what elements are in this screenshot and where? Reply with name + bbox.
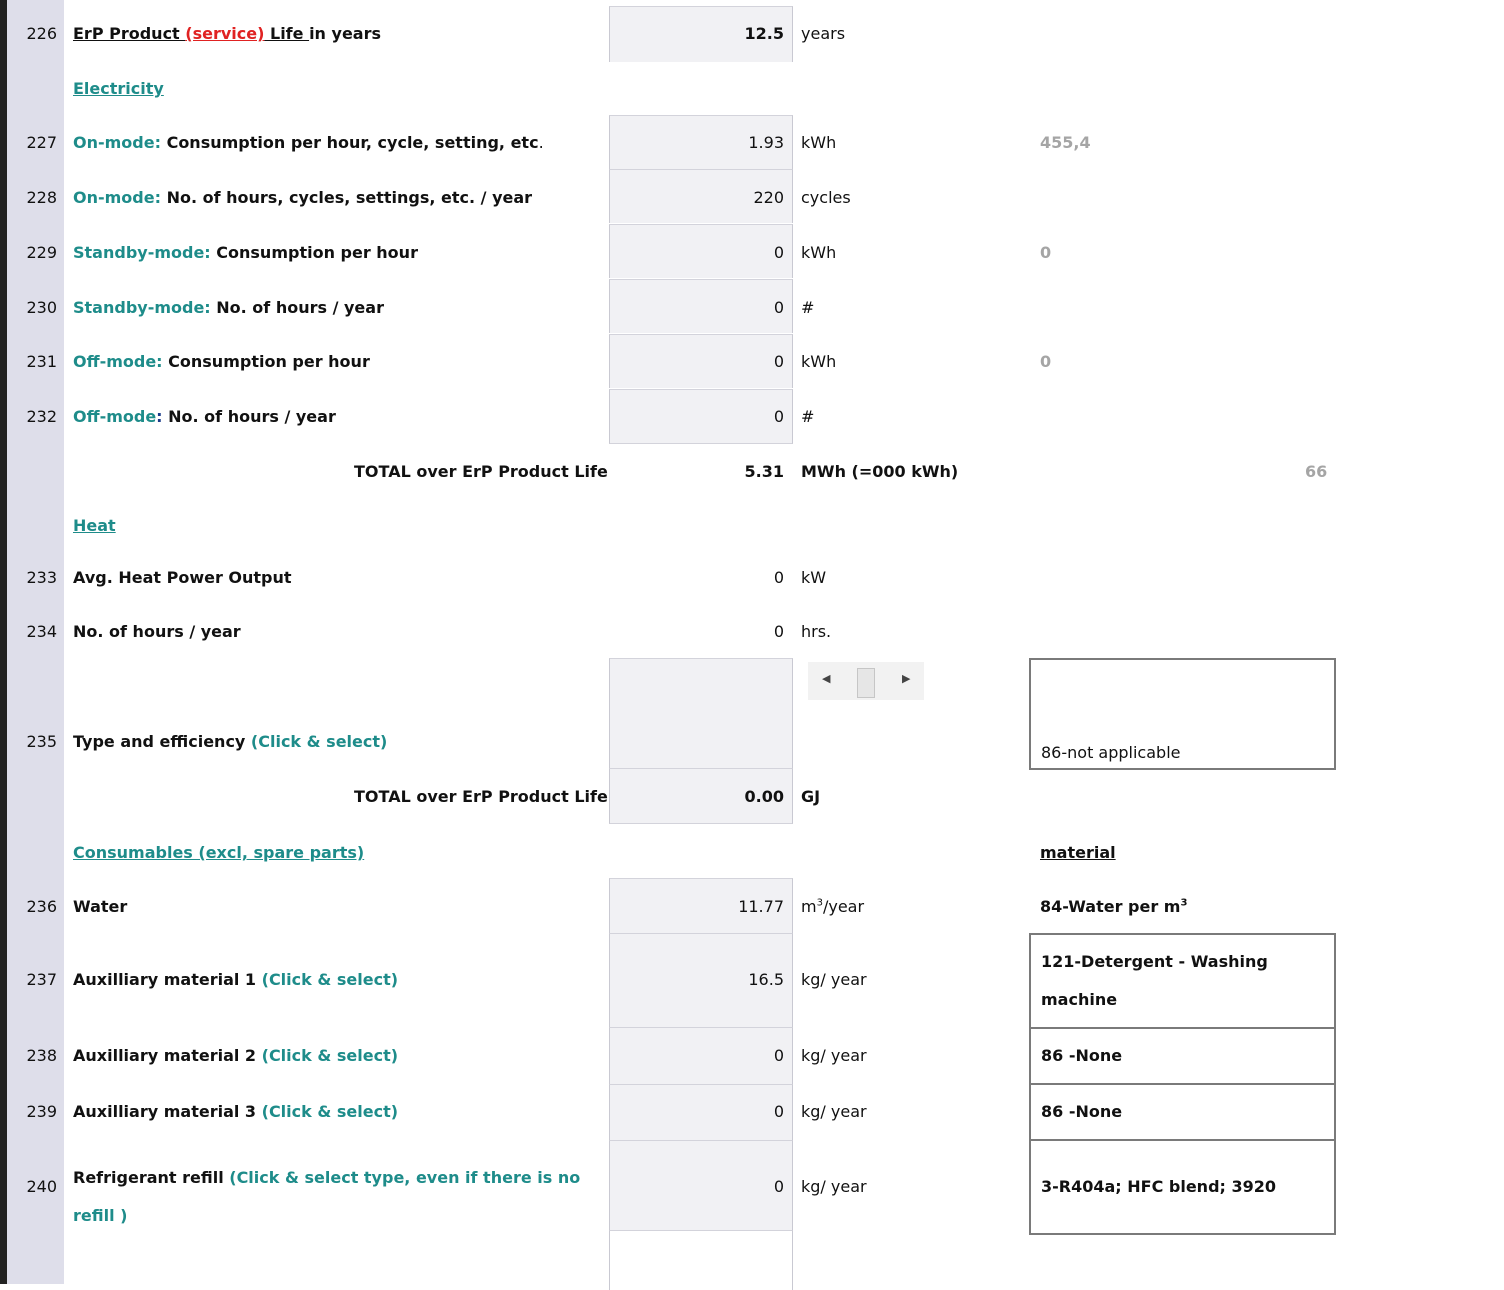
unit-label: kW	[801, 568, 827, 587]
label-heat-hours: No. of hours / year	[73, 622, 241, 641]
input-cell-230[interactable]	[609, 279, 793, 333]
row-number: 232	[26, 407, 57, 426]
unit-label: m3/year	[801, 897, 865, 916]
unit-label: kg/ year	[801, 1102, 867, 1121]
material-dropdown-2[interactable]: 86 -None	[1029, 1027, 1336, 1085]
total-heat-value: 0.00	[744, 787, 784, 806]
row-number: 229	[26, 243, 57, 262]
label-aux-material-1: Auxilliary material 1 (Click & select)	[73, 970, 399, 989]
row-number: 239	[26, 1102, 57, 1121]
heat-type-dropdown[interactable]: 86-not applicable	[1029, 658, 1336, 770]
label-water: Water	[73, 897, 128, 916]
label-refrigerant-refill: Refrigerant refill (Click & select type,…	[73, 1168, 581, 1225]
scroll-thumb[interactable]	[857, 668, 875, 698]
value-refrigerant-refill[interactable]: 0	[774, 1177, 784, 1196]
total-electricity-unit: MWh (=000 kWh)	[801, 462, 959, 481]
label-product-life: ErP Product (service) Life in years	[73, 24, 381, 43]
input-cell-232[interactable]	[609, 389, 793, 444]
label-on-mode-hours: On-mode: No. of hours, cycles, settings,…	[73, 188, 533, 207]
unit-label: kWh	[801, 133, 837, 152]
row-number: 240	[26, 1177, 57, 1196]
label-off-mode-hours: Off-mode: No. of hours / year	[73, 407, 336, 426]
unit-label: hrs.	[801, 622, 832, 641]
unit-label: kg/ year	[801, 1046, 867, 1065]
row-number: 226	[26, 24, 57, 43]
material-dropdown-1[interactable]: 121-Detergent - Washing machine	[1029, 933, 1336, 1029]
computed-value: 0	[1040, 243, 1052, 262]
label-off-mode-consumption: Off-mode: Consumption per hour	[73, 352, 370, 371]
unit-label: #	[801, 298, 815, 317]
value-off-mode-hours[interactable]: 0	[774, 407, 784, 426]
computed-value: 0	[1040, 352, 1052, 371]
unit-label: kWh	[801, 352, 837, 371]
value-aux-material-1[interactable]: 16.5	[748, 970, 784, 989]
computed-value: 455,4	[1040, 133, 1091, 152]
section-electricity: Electricity	[73, 79, 164, 98]
value-water[interactable]: 11.77	[738, 897, 784, 916]
label-standby-consumption: Standby-mode: Consumption per hour	[73, 243, 418, 262]
input-cell-231[interactable]	[609, 334, 793, 388]
unit-label: years	[801, 24, 846, 43]
label-heat-power: Avg. Heat Power Output	[73, 568, 292, 587]
value-heat-hours[interactable]: 0	[774, 622, 784, 641]
spin-scrollbar[interactable]: ◀ ▶	[808, 662, 924, 700]
label-aux-material-2: Auxilliary material 2 (Click & select)	[73, 1046, 399, 1065]
row-number: 235	[26, 732, 57, 751]
unit-label: #	[801, 407, 815, 426]
value-off-mode-consumption[interactable]: 0	[774, 352, 784, 371]
input-cell-235[interactable]	[609, 658, 793, 769]
row-number: 233	[26, 568, 57, 587]
unit-label: kg/ year	[801, 970, 867, 989]
row-number: 227	[26, 133, 57, 152]
value-standby-hours[interactable]: 0	[774, 298, 784, 317]
scroll-right-arrow-icon[interactable]: ▶	[902, 672, 910, 685]
unit-label: kWh	[801, 243, 837, 262]
refrigerant-dropdown[interactable]: 3-R404a; HFC blend; 3920	[1029, 1139, 1336, 1235]
total-electricity-value: 5.31	[744, 462, 784, 481]
row-number: 238	[26, 1046, 57, 1065]
value-on-mode-hours[interactable]: 220	[753, 188, 784, 207]
material-dropdown-3[interactable]: 86 -None	[1029, 1083, 1336, 1141]
unit-label: cycles	[801, 188, 851, 207]
row-number: 228	[26, 188, 57, 207]
row-number: 230	[26, 298, 57, 317]
value-aux-material-2[interactable]: 0	[774, 1046, 784, 1065]
label-on-mode-consumption: On-mode: Consumption per hour, cycle, se…	[73, 133, 544, 152]
material-water: 84-Water per m3	[1040, 897, 1188, 916]
input-cell-240[interactable]	[609, 1140, 793, 1231]
value-aux-material-3[interactable]: 0	[774, 1102, 784, 1121]
label-aux-material-3: Auxilliary material 3 (Click & select)	[73, 1102, 399, 1121]
left-border	[0, 0, 7, 1284]
row-number: 236	[26, 897, 57, 916]
value-standby-consumption[interactable]: 0	[774, 243, 784, 262]
label-standby-hours: Standby-mode: No. of hours / year	[73, 298, 384, 317]
total-electricity-label: TOTAL over ErP Product Life	[354, 462, 608, 481]
input-cell-229[interactable]	[609, 224, 793, 278]
section-heat: Heat	[73, 516, 116, 535]
input-cell-239[interactable]	[609, 1084, 793, 1141]
material-header: material	[1040, 843, 1116, 862]
value-on-mode-consumption[interactable]: 1.93	[748, 133, 784, 152]
row-number: 237	[26, 970, 57, 989]
input-cell-next[interactable]	[609, 1230, 793, 1290]
computed-value: 66	[1305, 462, 1328, 481]
row-number: 234	[26, 622, 57, 641]
row-number: 231	[26, 352, 57, 371]
value-heat-power[interactable]: 0	[774, 568, 784, 587]
value-product-life[interactable]: 12.5	[745, 24, 784, 43]
unit-label: kg/ year	[801, 1177, 867, 1196]
section-consumables: Consumables (excl, spare parts)	[73, 843, 365, 862]
total-heat-unit: GJ	[801, 787, 821, 806]
total-heat-label: TOTAL over ErP Product Life	[354, 787, 608, 806]
scroll-left-arrow-icon[interactable]: ◀	[822, 672, 830, 685]
label-heat-type: Type and efficiency (Click & select)	[73, 732, 388, 751]
input-cell-238[interactable]	[609, 1027, 793, 1085]
